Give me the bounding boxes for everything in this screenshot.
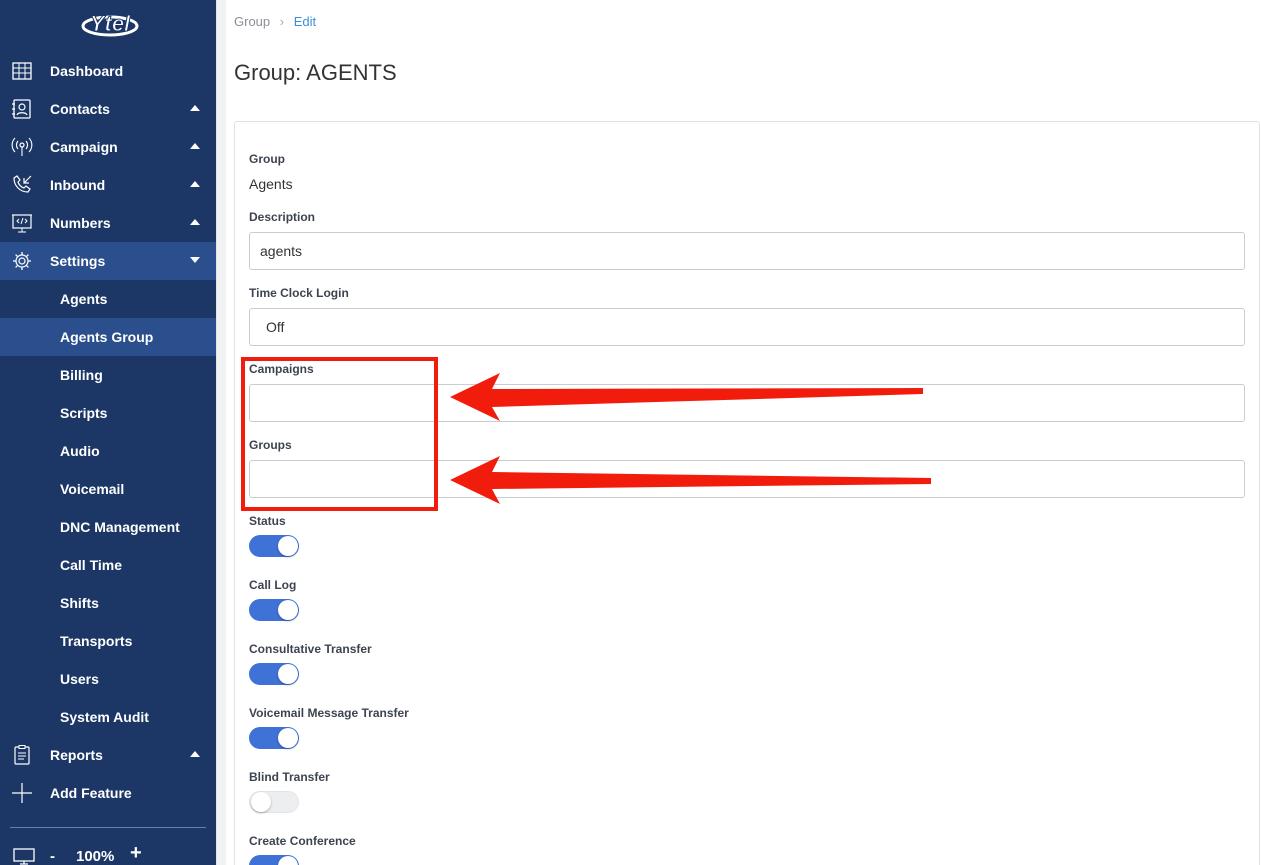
numbers-icon	[12, 214, 32, 233]
sidebar-item-label: Contacts	[50, 101, 110, 117]
breadcrumb-current[interactable]: Edit	[294, 14, 316, 29]
sidebar-subitem-agents[interactable]: Agents	[0, 280, 216, 318]
ytel-logo[interactable]: Ytel	[80, 4, 140, 44]
toggle-knob	[278, 856, 298, 865]
sidebar-subitem-scripts[interactable]: Scripts	[0, 394, 216, 432]
zoom-controls: - 100% +	[0, 840, 216, 865]
contacts-icon	[12, 99, 31, 119]
consultative-transfer-label: Consultative Transfer	[249, 642, 372, 656]
call-log-toggle[interactable]	[249, 599, 299, 621]
breadcrumb-root[interactable]: Group	[234, 14, 270, 29]
subitem-label: Transports	[60, 633, 133, 649]
sidebar-item-settings[interactable]: Settings	[0, 242, 216, 280]
gear-icon	[13, 252, 31, 270]
sidebar-subitem-users[interactable]: Users	[0, 660, 216, 698]
subitem-label: Billing	[60, 367, 103, 383]
sidebar-divider	[10, 827, 206, 828]
subitem-label: Audio	[60, 443, 100, 459]
voicemail-message-transfer-toggle[interactable]	[249, 727, 299, 749]
sidebar-item-label: Dashboard	[50, 63, 124, 79]
blind-transfer-toggle[interactable]	[249, 791, 299, 813]
chevron-right-icon: ›	[279, 14, 285, 29]
sidebar-item-label: Add Feature	[50, 785, 132, 801]
sidebar-item-label: Numbers	[50, 215, 111, 231]
subitem-label: Shifts	[60, 595, 99, 611]
breadcrumb: Group › Edit	[234, 14, 316, 29]
subitem-label: System Audit	[60, 709, 149, 725]
sidebar-item-contacts[interactable]: Contacts	[0, 90, 216, 128]
sidebar-item-label: Settings	[50, 253, 106, 269]
campaign-icon	[11, 137, 33, 156]
chevron-up-icon	[190, 105, 200, 111]
sidebar-item-reports[interactable]: Reports	[0, 736, 216, 774]
create-conference-toggle[interactable]	[249, 855, 299, 865]
time-clock-login-label: Time Clock Login	[249, 286, 349, 300]
zoom-level: 100%	[76, 848, 115, 865]
inbound-call-icon	[13, 175, 32, 193]
description-label: Description	[249, 210, 316, 224]
description-input[interactable]: agents	[249, 232, 1245, 270]
sidebar-item-add-feature[interactable]: Add Feature	[0, 774, 216, 812]
chevron-up-icon	[190, 751, 200, 757]
subitem-label: Voicemail	[60, 481, 125, 497]
page-title: Group: AGENTS	[234, 60, 397, 85]
chevron-up-icon	[190, 181, 200, 187]
subitem-label: Users	[60, 671, 99, 687]
annotation-arrow-icon	[450, 373, 931, 504]
create-conference-label: Create Conference	[249, 834, 356, 848]
call-log-label: Call Log	[249, 578, 297, 592]
subitem-label: Scripts	[60, 405, 108, 421]
time-clock-login-select[interactable]: Off	[249, 308, 1245, 346]
blind-transfer-label: Blind Transfer	[249, 770, 330, 784]
status-toggle[interactable]	[249, 535, 299, 557]
voicemail-message-transfer-label: Voicemail Message Transfer	[249, 706, 409, 720]
sidebar: Ytel Dashboard Contacts Campaign Inbound…	[0, 0, 216, 865]
consultative-transfer-toggle[interactable]	[249, 663, 299, 685]
group-label: Group	[249, 152, 285, 166]
zoom-out-button[interactable]: -	[50, 848, 55, 865]
sidebar-item-campaign[interactable]: Campaign	[0, 128, 216, 166]
sidebar-item-inbound[interactable]: Inbound	[0, 166, 216, 204]
sidebar-item-numbers[interactable]: Numbers	[0, 204, 216, 242]
chevron-up-icon	[190, 143, 200, 149]
sidebar-item-label: Campaign	[50, 139, 118, 155]
sidebar-scrollbar[interactable]	[216, 0, 226, 865]
sidebar-subitem-shifts[interactable]: Shifts	[0, 584, 216, 622]
subitem-label: Call Time	[60, 557, 122, 573]
zoom-in-button[interactable]: +	[130, 842, 142, 865]
sidebar-subitem-call-time[interactable]: Call Time	[0, 546, 216, 584]
status-label: Status	[249, 514, 286, 528]
sidebar-subitem-system-audit[interactable]: System Audit	[0, 698, 216, 736]
toggle-knob	[278, 600, 298, 620]
subitem-label: Agents Group	[60, 329, 154, 345]
dashboard-icon	[12, 62, 32, 80]
sidebar-subitem-voicemail[interactable]: Voicemail	[0, 470, 216, 508]
sidebar-subitem-billing[interactable]: Billing	[0, 356, 216, 394]
subitem-label: Agents	[60, 291, 108, 307]
sidebar-item-dashboard[interactable]: Dashboard	[0, 52, 216, 90]
sidebar-item-label: Reports	[50, 747, 103, 763]
sidebar-subitem-transports[interactable]: Transports	[0, 622, 216, 660]
toggle-knob	[251, 792, 271, 812]
plus-icon	[12, 783, 32, 803]
toggle-knob	[278, 664, 298, 684]
annotation-highlight-box	[241, 357, 438, 511]
sidebar-subitem-dnc-management[interactable]: DNC Management	[0, 508, 216, 546]
sidebar-subitem-audio[interactable]: Audio	[0, 432, 216, 470]
subitem-label: DNC Management	[60, 519, 180, 535]
toggle-knob	[278, 536, 298, 556]
group-value: Agents	[249, 176, 293, 192]
monitor-icon	[13, 848, 35, 865]
toggle-knob	[278, 728, 298, 748]
clipboard-icon	[14, 745, 30, 765]
chevron-down-icon	[190, 257, 200, 263]
chevron-up-icon	[190, 219, 200, 225]
svg-text:Ytel: Ytel	[90, 11, 131, 36]
sidebar-item-label: Inbound	[50, 177, 106, 193]
sidebar-subitem-agents-group[interactable]: Agents Group	[0, 318, 216, 356]
